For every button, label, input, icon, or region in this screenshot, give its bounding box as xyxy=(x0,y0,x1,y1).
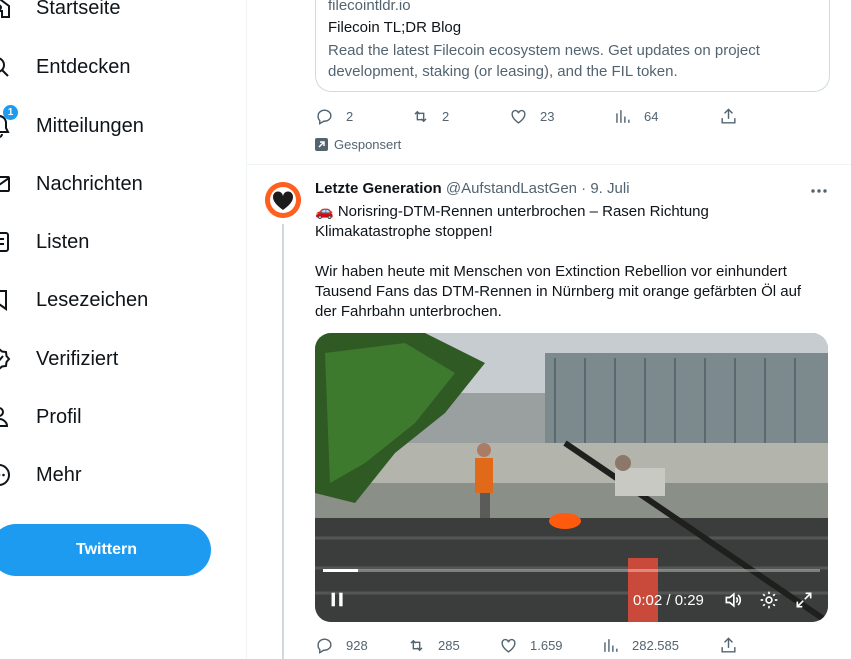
sidebar-item-label: Verifiziert xyxy=(36,348,119,370)
sponsored-text: Gesponsert xyxy=(334,137,402,152)
reply-count: 2 xyxy=(346,108,354,124)
sidebar-item-label: Mitteilungen xyxy=(36,115,144,137)
settings-gear-icon[interactable] xyxy=(759,590,779,610)
reply-button[interactable]: 2 xyxy=(315,104,353,128)
views-button[interactable]: 282.585 xyxy=(601,633,679,657)
promoted-icon xyxy=(315,138,328,151)
video-progress-track[interactable] xyxy=(323,569,820,572)
reply-icon xyxy=(317,108,332,125)
search-icon xyxy=(0,57,9,77)
author-name[interactable]: Letzte Generation xyxy=(315,180,442,197)
notification-badge: 1 xyxy=(3,105,18,120)
reply-button[interactable]: 928 xyxy=(315,633,368,657)
sidebar-item-label: Nachrichten xyxy=(36,173,143,195)
tweet-button[interactable]: Twittern xyxy=(0,524,211,576)
list-icon xyxy=(0,232,9,252)
share-button[interactable] xyxy=(719,104,750,128)
share-icon xyxy=(721,107,736,124)
view-count: 282.585 xyxy=(632,637,679,653)
tweet-header: Letzte Generation @AufstandLastGen · 9. … xyxy=(315,180,630,197)
tweet-date[interactable]: 9. Juli xyxy=(590,180,629,197)
sponsored-label: Gesponsert xyxy=(315,137,401,152)
more-options-icon[interactable] xyxy=(809,183,829,199)
video-frame xyxy=(315,333,828,622)
tweet-paragraph: 🚗 Norisring-DTM-Rennen unterbrochen – Ra… xyxy=(315,203,709,240)
more-circle-icon xyxy=(0,464,10,486)
volume-icon[interactable] xyxy=(723,590,743,610)
timeline: filecointldr.io Filecoin TL;DR Blog Read… xyxy=(246,0,851,659)
pause-icon[interactable] xyxy=(329,591,346,608)
verified-icon xyxy=(0,348,11,370)
card-description: Read the latest Filecoin ecosystem news.… xyxy=(328,42,760,80)
video-timestamp: 0:02 / 0:29 xyxy=(633,592,704,609)
views-chart-icon xyxy=(616,109,630,123)
share-icon xyxy=(721,636,736,653)
like-button[interactable]: 1.659 xyxy=(499,633,563,657)
link-card[interactable]: filecointldr.io Filecoin TL;DR Blog Read… xyxy=(315,0,830,92)
card-domain: filecointldr.io xyxy=(328,0,411,14)
thread-line xyxy=(282,224,284,659)
views-chart-icon xyxy=(604,638,618,652)
ad-action-bar: 2 2 23 64 xyxy=(315,104,745,128)
retweet-icon xyxy=(414,110,427,122)
retweet-button[interactable]: 285 xyxy=(407,633,460,657)
views-button[interactable]: 64 xyxy=(613,104,658,128)
person-icon xyxy=(0,407,9,427)
heart-icon xyxy=(501,638,516,653)
video-progress-fill xyxy=(323,569,358,572)
tweet-paragraph: Wir haben heute mit Menschen von Extinct… xyxy=(315,263,802,320)
retweet-icon xyxy=(410,639,423,651)
retweet-count: 2 xyxy=(442,108,450,124)
share-button[interactable] xyxy=(719,633,750,657)
video-player[interactable]: 0:02 / 0:29 xyxy=(315,333,828,622)
view-count: 64 xyxy=(644,108,659,124)
avatar[interactable] xyxy=(265,182,301,218)
like-button[interactable]: 23 xyxy=(509,104,554,128)
separator-dot: · xyxy=(581,180,587,197)
heart-icon xyxy=(511,109,526,124)
fullscreen-icon[interactable] xyxy=(794,590,814,610)
sidebar-item-label: Entdecken xyxy=(36,56,131,78)
retweet-button[interactable]: 2 xyxy=(411,104,449,128)
sidebar-item-label: Startseite xyxy=(36,0,121,19)
sidebar-item-label: Listen xyxy=(36,231,90,253)
reply-count: 928 xyxy=(346,637,368,653)
like-count: 23 xyxy=(540,108,555,124)
sidebar-item-label: Mehr xyxy=(36,464,82,486)
like-count: 1.659 xyxy=(530,637,563,653)
sidebar-nav: Startseite Entdecken 1 Mitteilungen Nach… xyxy=(0,0,246,659)
sidebar-item-label: Lesezeichen xyxy=(36,289,149,311)
home-icon xyxy=(0,0,10,18)
sidebar-item-label: Profil xyxy=(36,406,82,428)
card-title: Filecoin TL;DR Blog xyxy=(328,19,462,36)
bookmark-icon xyxy=(0,290,7,311)
tweet-divider xyxy=(247,164,851,165)
tweet-action-bar: 928 285 1.659 282.585 xyxy=(315,633,745,657)
reply-icon xyxy=(317,637,332,654)
envelope-icon xyxy=(0,176,10,192)
author-handle[interactable]: @AufstandLastGen xyxy=(446,180,577,197)
tweet-text: 🚗 Norisring-DTM-Rennen unterbrochen – Ra… xyxy=(315,202,825,342)
retweet-count: 285 xyxy=(438,637,460,653)
